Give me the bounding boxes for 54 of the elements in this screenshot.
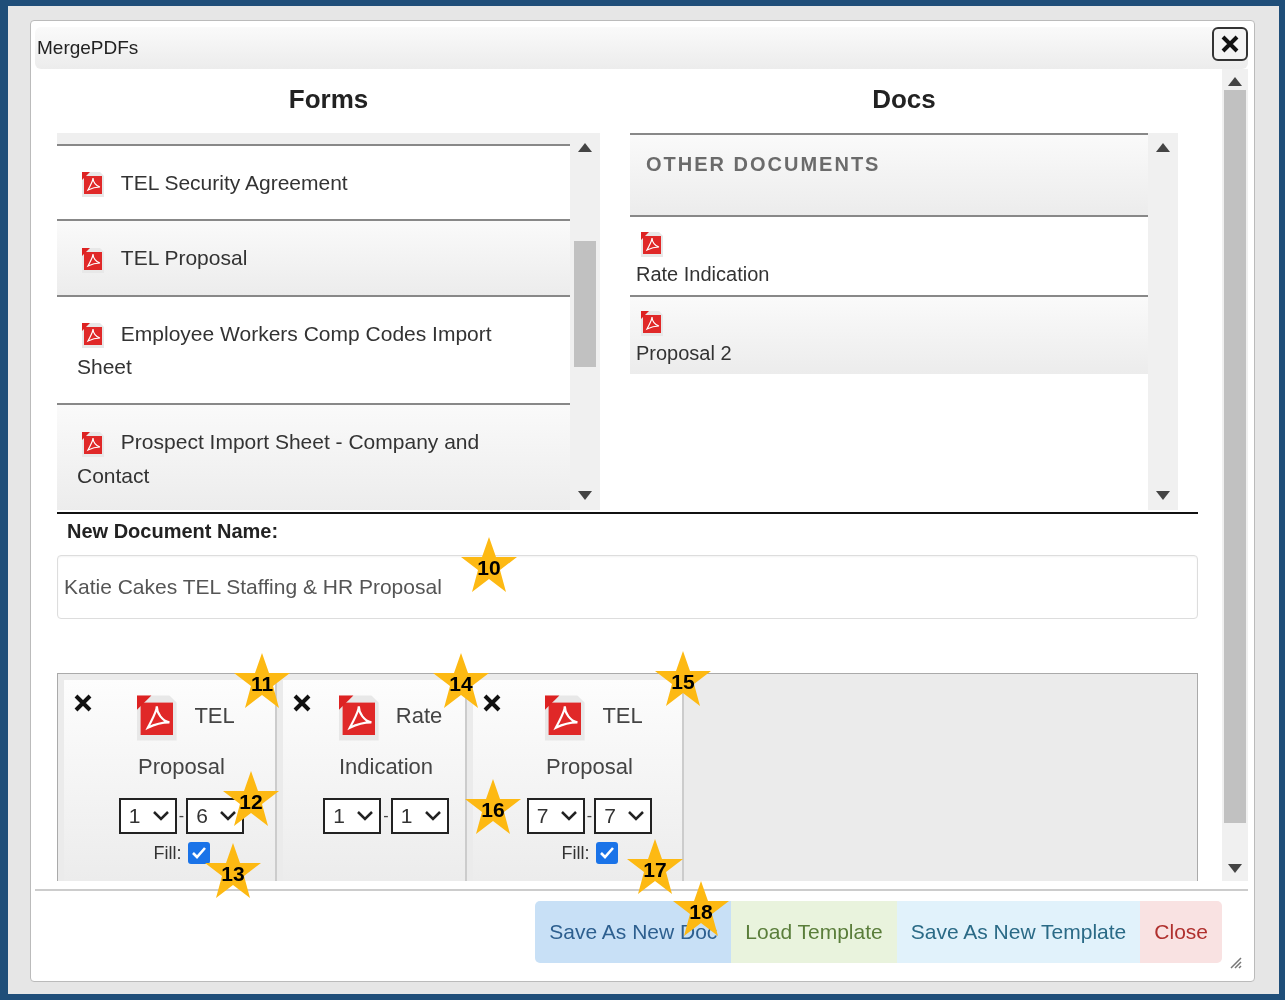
page-select[interactable]: 7 [526,798,585,834]
fill-checkbox[interactable] [595,842,618,864]
chevron-down-icon [424,811,441,821]
scrollbar[interactable] [570,133,600,510]
fill-label: Fill: [153,842,182,864]
scrollbar[interactable] [1148,133,1178,510]
scrollbar[interactable] [1222,69,1248,881]
action-button[interactable]: Load Template [731,901,897,963]
scroll-down-icon[interactable] [1156,491,1170,500]
chevron-down-icon [152,811,169,821]
scrollbar-thumb[interactable] [574,240,596,367]
callout-marker: 13 [204,842,262,900]
callout-marker: 11 [233,652,291,710]
action-button[interactable]: Save As New Template [896,901,1141,963]
doc-item[interactable]: Proposal 2 [630,294,1148,375]
callout-marker: 15 [654,650,712,708]
scroll-down-icon[interactable] [1228,864,1242,873]
window-title: MergePDFs [37,37,139,59]
column-heading: Docs [871,82,937,116]
resize-grip-icon[interactable] [1230,957,1242,969]
page-select[interactable]: 7 [594,798,653,834]
callout-marker: 17 [626,838,684,896]
dash: - [586,807,593,825]
close-icon[interactable] [293,694,311,712]
scroll-down-icon[interactable] [578,491,592,500]
chevron-down-icon [220,811,237,821]
checkmark-icon [598,846,615,860]
dash: - [383,807,389,825]
chevron-down-icon [560,811,577,821]
scroll-up-icon[interactable] [578,143,592,152]
callout-marker: 10 [460,536,518,594]
page-select[interactable]: 1 [118,798,177,834]
scroll-up-icon[interactable] [1228,77,1242,86]
form-item[interactable]: Prospect Import Sheet - Company and Contact [57,403,570,510]
close-icon [1221,35,1239,53]
close-icon[interactable] [483,694,501,712]
checkmark-icon [190,846,207,860]
action-button[interactable]: Close [1140,901,1222,963]
fill-checkbox[interactable] [187,842,210,864]
dash: - [178,807,185,825]
callout-marker: 16 [464,778,522,836]
chevron-down-icon [357,811,374,821]
column-heading: Forms [287,82,370,116]
chevron-down-icon [628,811,645,821]
close-icon[interactable] [74,694,92,712]
callout-marker: 14 [432,652,490,710]
close-button[interactable] [1212,27,1248,61]
page-select[interactable]: 1 [390,798,449,834]
fill-label: Fill: [561,842,590,864]
form-item[interactable]: TEL Proposal [57,219,570,295]
group-header: OTHER DOCUMENTS [630,133,1148,215]
scroll-up-icon[interactable] [1156,143,1170,152]
page-select[interactable]: 1 [323,798,382,834]
field-label: New Document Name: [66,519,280,544]
